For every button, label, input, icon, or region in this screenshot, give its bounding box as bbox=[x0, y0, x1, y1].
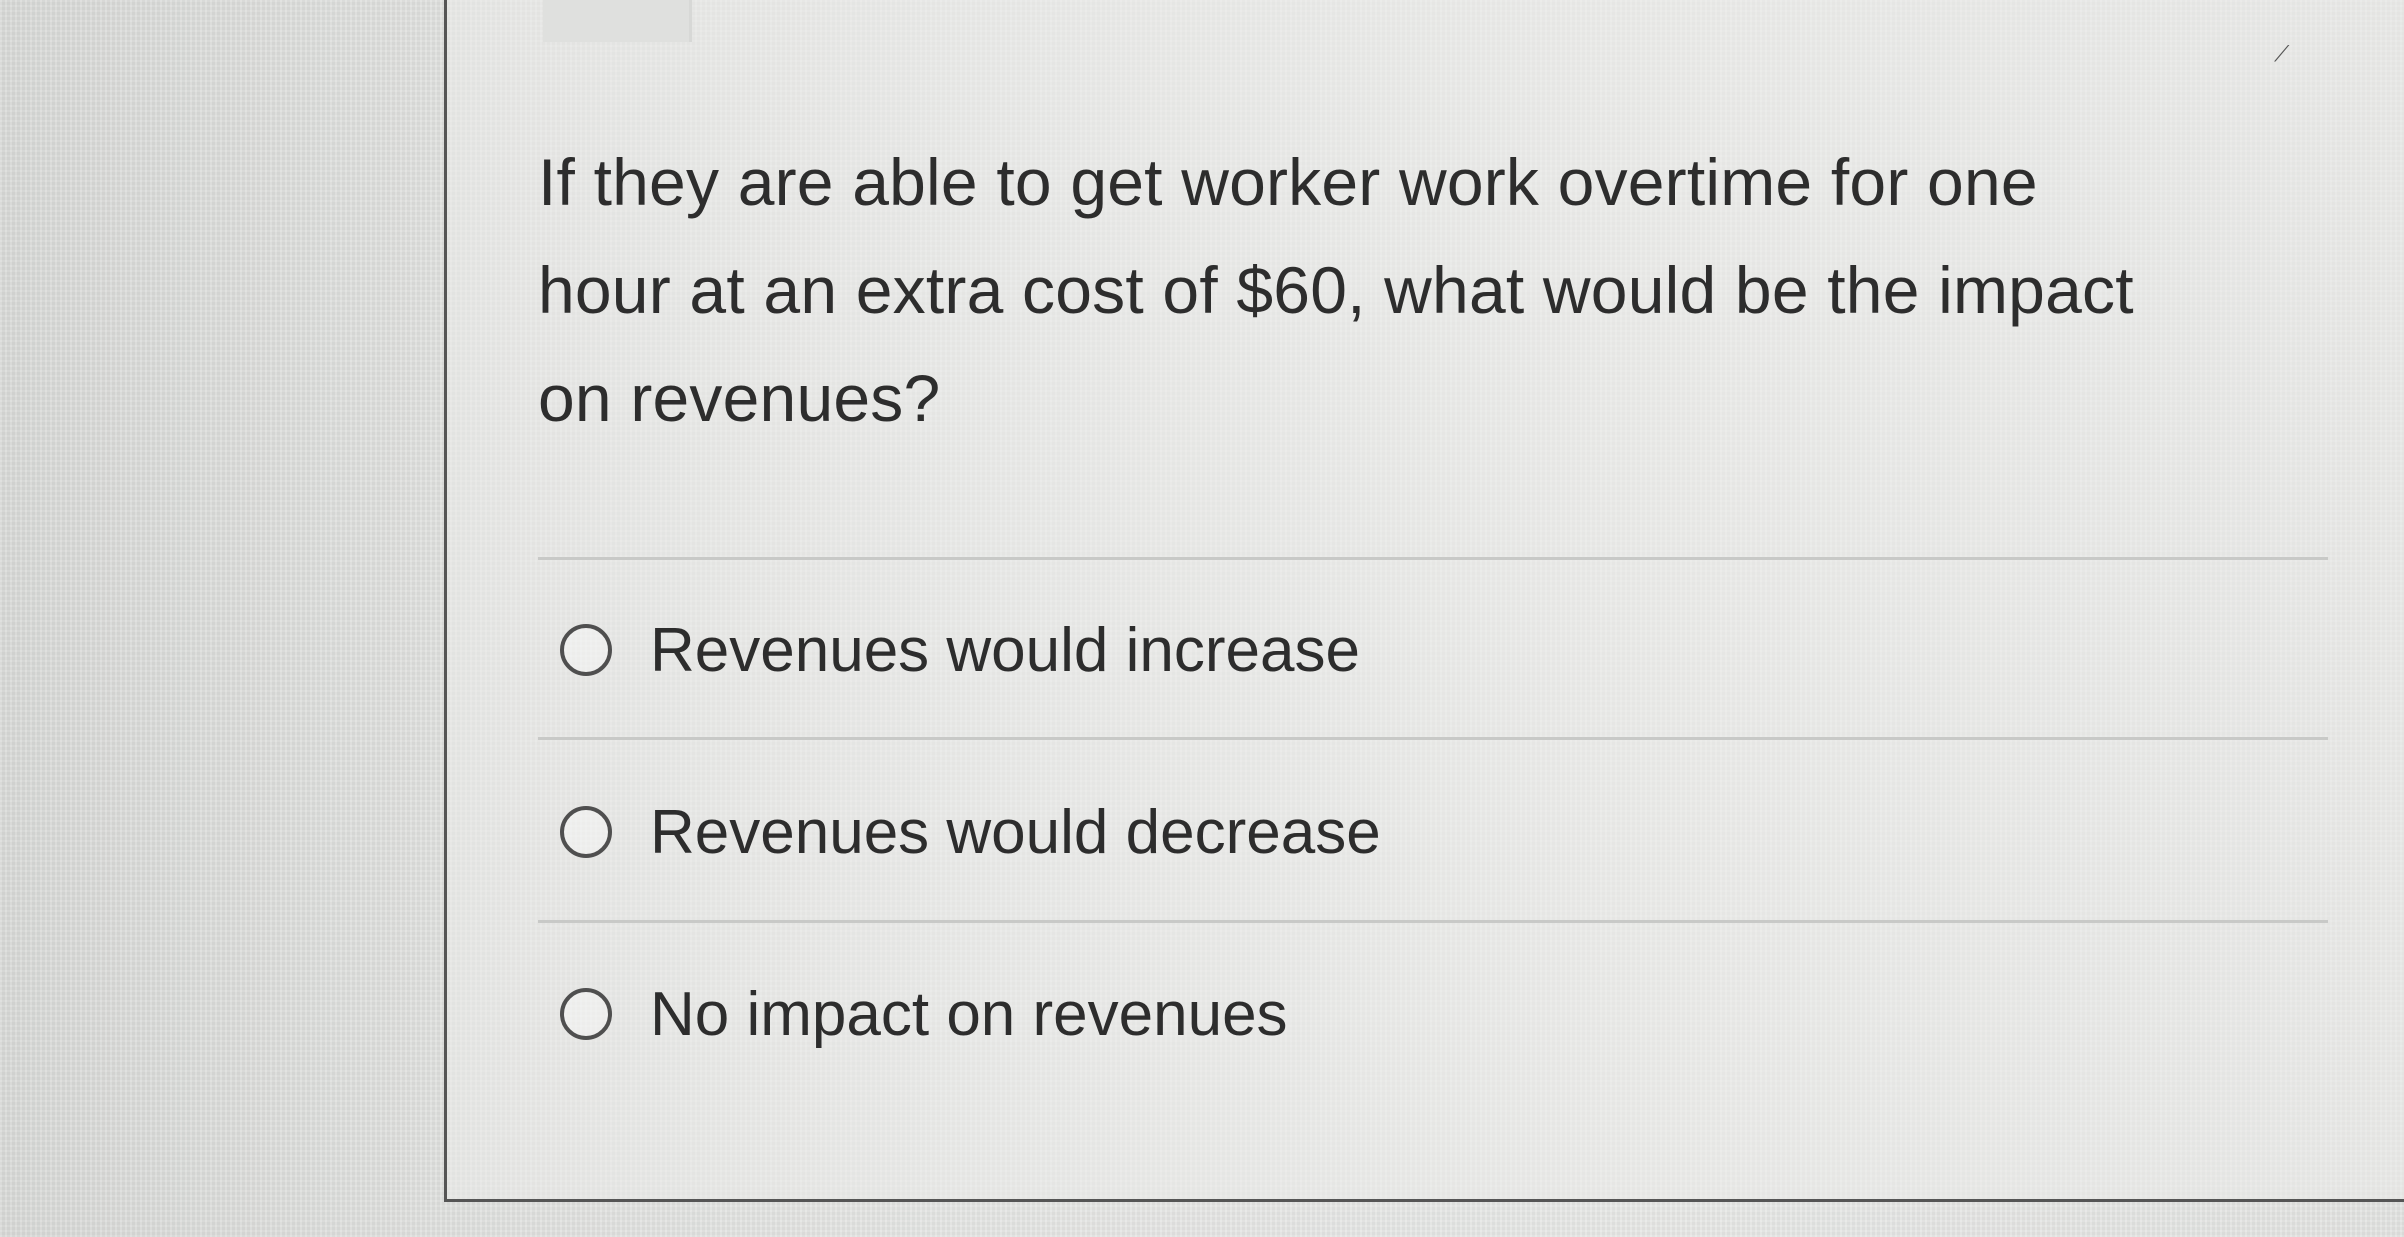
option-label: Revenues would increase bbox=[650, 615, 1360, 685]
radio-button-icon[interactable] bbox=[560, 624, 612, 676]
radio-button-icon[interactable] bbox=[560, 806, 612, 858]
option-no-impact[interactable]: No impact on revenues bbox=[560, 974, 1288, 1054]
option-label: No impact on revenues bbox=[650, 979, 1288, 1049]
divider-middle-1 bbox=[538, 737, 2328, 740]
option-revenues-increase[interactable]: Revenues would increase bbox=[560, 610, 1360, 690]
question-line-3: on revenues? bbox=[538, 361, 941, 435]
option-revenues-decrease[interactable]: Revenues would decrease bbox=[560, 792, 1381, 872]
radio-button-icon[interactable] bbox=[560, 988, 612, 1040]
divider-top bbox=[538, 557, 2328, 560]
resize-handle-icon[interactable]: ⟋ bbox=[2274, 42, 2298, 66]
option-label: Revenues would decrease bbox=[650, 797, 1381, 867]
question-text: If they are able to get worker work over… bbox=[538, 128, 2338, 452]
question-line-2: hour at an extra cost of $60, what would… bbox=[538, 253, 2134, 327]
divider-middle-2 bbox=[538, 920, 2328, 923]
question-line-1: If they are able to get worker work over… bbox=[538, 145, 2038, 219]
